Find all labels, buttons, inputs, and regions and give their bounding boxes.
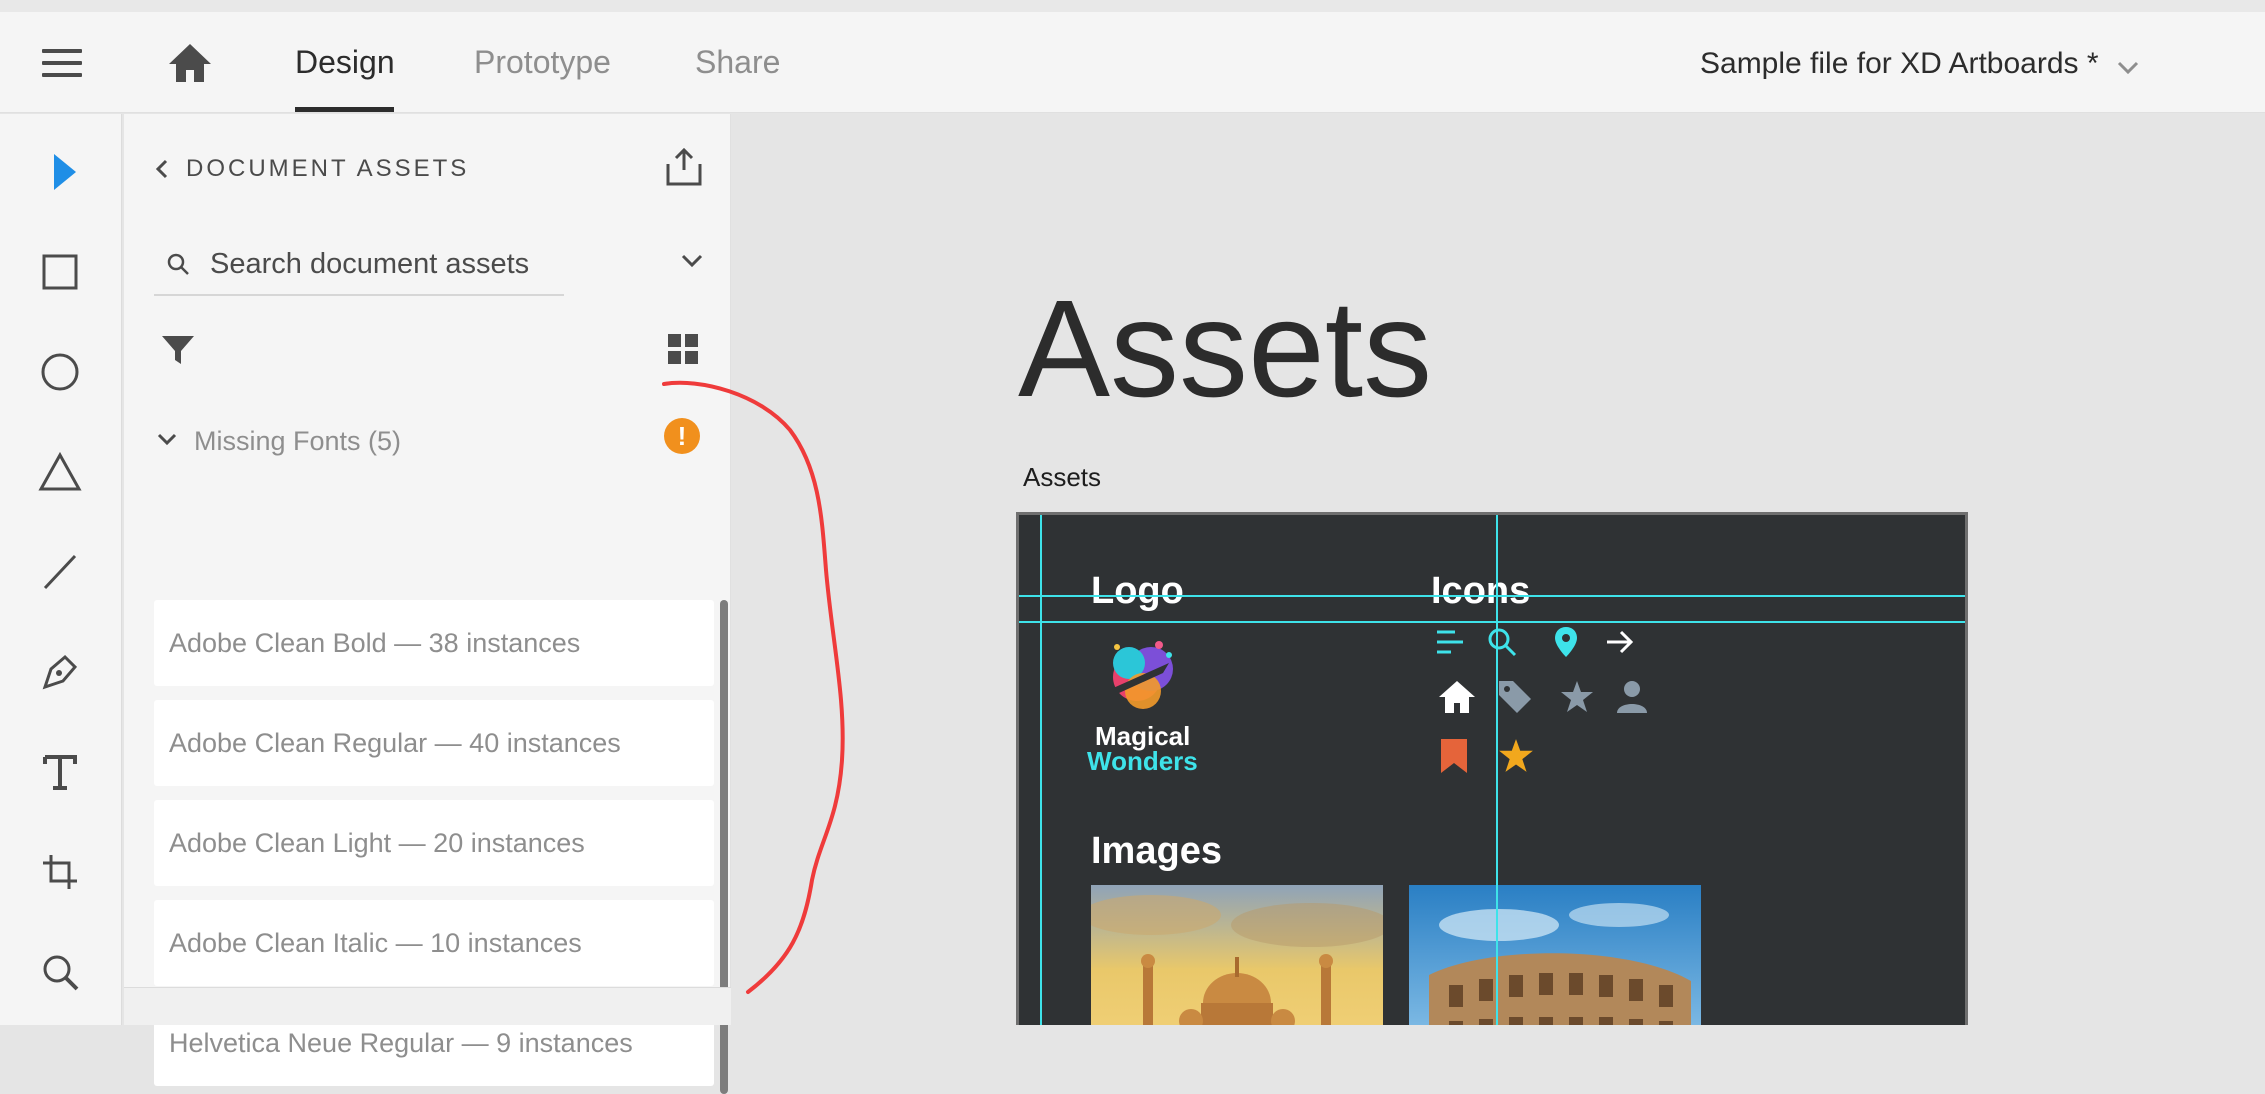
- panel-heading: DOCUMENT ASSETS: [186, 155, 470, 182]
- list-item[interactable]: Adobe Clean Bold — 38 instances: [154, 600, 714, 686]
- ellipse-tool[interactable]: [30, 342, 90, 402]
- top-bar: Design Prototype Share Sample file for X…: [0, 12, 2265, 113]
- export-icon[interactable]: [664, 146, 704, 188]
- filter-icon[interactable]: [160, 332, 196, 368]
- missing-fonts-label[interactable]: Missing Fonts (5): [194, 424, 401, 458]
- select-tool[interactable]: [30, 142, 90, 202]
- artboard-tool[interactable]: [30, 842, 90, 902]
- polygon-icon: [38, 451, 82, 491]
- tools-toolbar: [0, 114, 122, 1025]
- pen-icon: [42, 654, 78, 690]
- chevron-left-icon[interactable]: [154, 158, 170, 180]
- arrow-right-icon[interactable]: [1605, 629, 1635, 655]
- tab-share[interactable]: Share: [695, 42, 780, 82]
- polygon-tool[interactable]: [30, 442, 90, 502]
- text-tool[interactable]: [30, 742, 90, 802]
- images-heading[interactable]: Images: [1091, 829, 1222, 873]
- select-icon: [54, 154, 76, 190]
- line-icon: [43, 554, 77, 590]
- line-tool[interactable]: [30, 542, 90, 602]
- artboard-label[interactable]: Assets: [1023, 462, 1101, 492]
- list-item[interactable]: Adobe Clean Italic — 10 instances: [154, 900, 714, 986]
- zoom-icon: [43, 955, 79, 991]
- search-icon: [167, 253, 189, 275]
- layout-guide-horizontal: [1019, 595, 1965, 597]
- layout-guide-vertical: [1040, 515, 1042, 1025]
- artboard-assets[interactable]: Logo Icons Images Magical Wonders: [1016, 512, 1968, 1025]
- warning-icon: !: [664, 418, 700, 454]
- list-item[interactable]: Adobe Clean Light — 20 instances: [154, 800, 714, 886]
- icons-heading[interactable]: Icons: [1431, 569, 1530, 613]
- star-filled-icon[interactable]: [1497, 737, 1535, 775]
- document-assets-panel: DOCUMENT ASSETS Missing Fonts (5) ! Adob…: [124, 114, 731, 1094]
- design-canvas[interactable]: Assets Assets Logo Icons Images Magical …: [732, 114, 2265, 1025]
- chevron-down-icon[interactable]: [680, 252, 704, 270]
- canvas-title-text[interactable]: Assets: [1018, 274, 1432, 424]
- active-tab-indicator: [295, 107, 394, 112]
- bookmark-icon[interactable]: [1439, 737, 1469, 775]
- document-title[interactable]: Sample file for XD Artboards *: [1700, 44, 2099, 84]
- layout-guide-vertical: [1496, 515, 1498, 1025]
- search-input[interactable]: [210, 244, 560, 284]
- magical-wonders-logo-icon[interactable]: [1097, 633, 1187, 719]
- rectangle-tool[interactable]: [30, 242, 90, 302]
- grid-view-icon[interactable]: [666, 332, 700, 366]
- text-icon: [43, 755, 77, 790]
- rectangle-icon: [42, 254, 78, 290]
- list-item[interactable]: Adobe Clean Regular — 40 instances: [154, 700, 714, 786]
- search-icon[interactable]: [1487, 627, 1517, 657]
- hamburger-menu-icon[interactable]: [42, 45, 84, 81]
- user-icon[interactable]: [1615, 679, 1649, 715]
- tab-design[interactable]: Design: [295, 42, 395, 82]
- tab-prototype[interactable]: Prototype: [474, 42, 611, 82]
- logo-heading[interactable]: Logo: [1091, 569, 1184, 613]
- home-icon[interactable]: [1437, 679, 1477, 715]
- home-icon[interactable]: [166, 40, 214, 86]
- colosseum-image[interactable]: [1409, 885, 1701, 1025]
- logo-wordmark-line2: Wonders: [1087, 746, 1198, 776]
- taj-mahal-image[interactable]: [1091, 885, 1383, 1025]
- pen-tool[interactable]: [30, 642, 90, 702]
- layout-guide-horizontal: [1019, 621, 1965, 623]
- artboard-icon: [43, 855, 77, 889]
- star-icon[interactable]: [1559, 679, 1595, 715]
- location-pin-icon[interactable]: [1553, 625, 1579, 659]
- zoom-tool[interactable]: [30, 942, 90, 1002]
- panel-footer: [124, 987, 731, 1025]
- ellipse-icon: [41, 353, 79, 391]
- search-box: [154, 234, 564, 296]
- window-top-strip: [0, 0, 2265, 12]
- chevron-down-icon[interactable]: [2116, 60, 2140, 76]
- tag-icon[interactable]: [1497, 679, 1533, 715]
- menu-lines-icon[interactable]: [1435, 629, 1465, 655]
- chevron-down-icon[interactable]: [156, 432, 178, 448]
